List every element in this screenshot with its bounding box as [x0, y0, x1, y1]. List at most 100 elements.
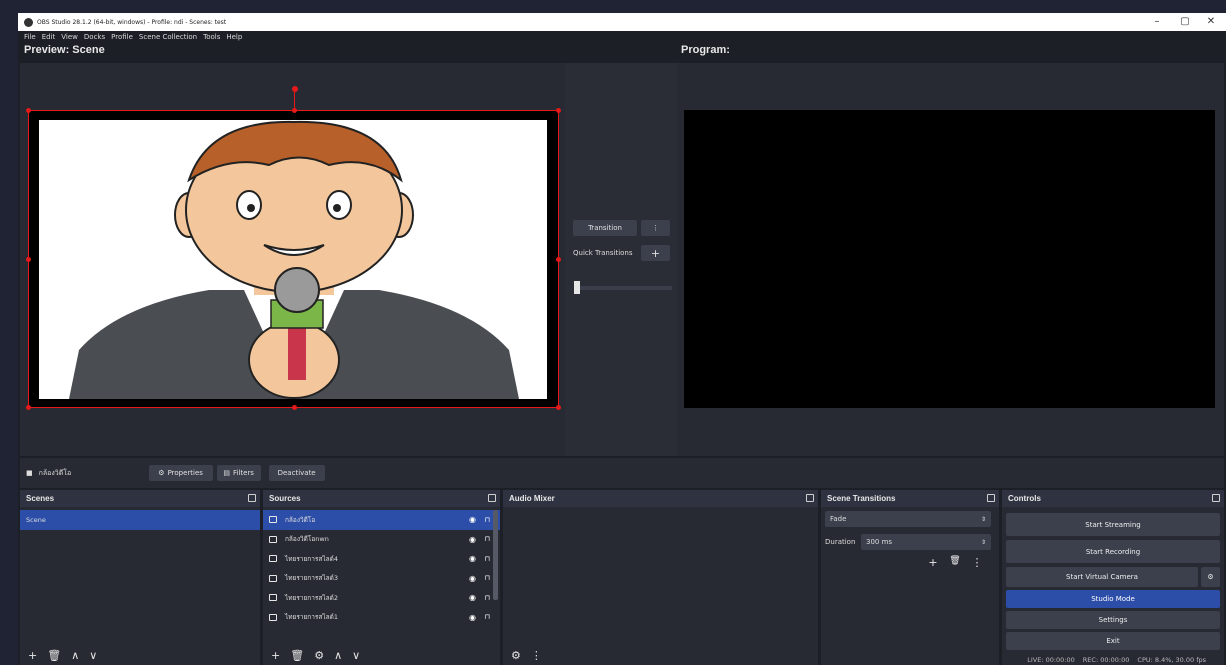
start-streaming-button[interactable]: Start Streaming	[1006, 513, 1220, 536]
add-quick-transition-button[interactable]: +	[641, 245, 670, 261]
scenes-toolbar: + 🗑 ∧ ∨	[20, 645, 260, 665]
studio-mode-button[interactable]: Studio Mode	[1006, 590, 1220, 608]
scene-item-label: Scene	[26, 515, 46, 524]
source-item[interactable]: ไทยรายการสไลด์4 ◉ ⊓	[263, 549, 500, 569]
move-down-icon[interactable]: ∨	[89, 649, 97, 662]
visibility-eye-icon[interactable]: ◉	[469, 515, 476, 524]
properties-button[interactable]: ⚙ Properties	[148, 465, 213, 481]
cpu-status: CPU: 8.4%, 30.00 fps	[1137, 656, 1206, 664]
resize-handle-tl[interactable]	[26, 108, 31, 113]
lock-icon[interactable]: ⊓	[485, 613, 490, 621]
start-recording-button[interactable]: Start Recording	[1006, 540, 1220, 563]
audio-mixer-title: Audio Mixer	[509, 494, 555, 503]
source-properties-icon[interactable]: ⚙	[314, 649, 324, 662]
remove-transition-icon[interactable]: 🗑	[947, 556, 963, 569]
undock-icon[interactable]	[248, 494, 256, 502]
close-button[interactable]: ✕	[1198, 13, 1224, 31]
lock-icon[interactable]: ⊓	[485, 574, 490, 582]
menu-view[interactable]: View	[61, 33, 78, 41]
lock-icon[interactable]: ⊓	[485, 516, 490, 524]
resize-handle-l[interactable]	[26, 257, 31, 262]
menu-profile[interactable]: Profile	[111, 33, 133, 41]
obs-window: OBS Studio 28.1.2 (64-bit, windows) - Pr…	[18, 13, 1226, 665]
controls-panel: Controls Start Streaming Start Recording…	[1002, 490, 1224, 665]
resize-handle-r[interactable]	[556, 257, 561, 262]
visibility-eye-icon[interactable]: ◉	[469, 613, 476, 622]
virtual-camera-settings-icon[interactable]: ⚙	[1201, 567, 1220, 587]
lock-icon[interactable]: ⊓	[485, 555, 490, 563]
lock-icon[interactable]: ⊓	[485, 594, 490, 602]
visibility-eye-icon[interactable]: ◉	[469, 554, 476, 563]
add-scene-icon[interactable]: +	[28, 649, 37, 662]
transition-slider-handle[interactable]	[574, 281, 580, 294]
add-source-icon[interactable]: +	[271, 649, 280, 662]
exit-button[interactable]: Exit	[1006, 632, 1220, 650]
audio-mixer-header: Audio Mixer	[503, 490, 818, 507]
transition-more-button[interactable]: ⋮	[641, 220, 670, 236]
filters-button[interactable]: ▤ Filters	[216, 465, 261, 481]
sources-panel: Sources กล้องวิดีโอ ◉ ⊓ กล้องวิดีโอnwn ◉ ⊓ ไทย…	[263, 490, 500, 665]
camera-icon: ■	[26, 469, 33, 477]
sources-scrollbar[interactable]	[493, 510, 498, 600]
undock-icon[interactable]	[1212, 494, 1220, 502]
maximize-button[interactable]: ▢	[1172, 13, 1198, 31]
controls-header: Controls	[1002, 490, 1224, 507]
rotation-handle[interactable]	[292, 86, 298, 92]
remove-source-icon[interactable]: 🗑	[290, 649, 304, 662]
resize-handle-b[interactable]	[292, 405, 297, 410]
mixer-menu-icon[interactable]: ⋮	[531, 649, 542, 662]
advanced-audio-icon[interactable]: ⚙	[511, 649, 521, 662]
transition-menu-icon[interactable]: ⋮	[969, 556, 985, 569]
visibility-eye-icon[interactable]: ◉	[469, 574, 476, 583]
duration-spinbox[interactable]: 300 ms ⇕	[861, 534, 991, 550]
duration-value: 300 ms	[866, 538, 893, 546]
move-up-icon[interactable]: ∧	[334, 649, 342, 662]
menu-docks[interactable]: Docks	[84, 33, 105, 41]
add-transition-icon[interactable]: +	[925, 556, 941, 569]
undock-icon[interactable]	[806, 494, 814, 502]
minimize-button[interactable]: –	[1144, 13, 1170, 31]
lock-icon[interactable]: ⊓	[485, 535, 490, 543]
deactivate-button[interactable]: Deactivate	[268, 465, 325, 481]
menu-file[interactable]: File	[24, 33, 36, 41]
menu-help[interactable]: Help	[226, 33, 242, 41]
menu-tools[interactable]: Tools	[203, 33, 220, 41]
undock-icon[interactable]	[488, 494, 496, 502]
selection-bounding-box[interactable]	[26, 86, 561, 410]
live-status: LIVE: 00:00:00	[1027, 656, 1075, 664]
visibility-eye-icon[interactable]: ◉	[469, 593, 476, 602]
transition-type-select[interactable]: Fade ⇕	[825, 511, 991, 527]
menu-scene-collection[interactable]: Scene Collection	[139, 33, 197, 41]
source-item-label: ไทยรายการสไลด์3	[285, 574, 338, 583]
scene-item[interactable]: Scene	[20, 510, 260, 530]
move-down-icon[interactable]: ∨	[352, 649, 360, 662]
resize-handle-tr[interactable]	[556, 108, 561, 113]
controls-title: Controls	[1008, 494, 1041, 503]
file-icon	[269, 574, 277, 582]
preview-panel[interactable]	[20, 63, 565, 456]
source-item[interactable]: ไทยรายการสไลด์1 ◉ ⊓	[263, 608, 500, 628]
audio-mixer-panel: Audio Mixer ⚙ ⋮	[503, 490, 818, 665]
move-up-icon[interactable]: ∧	[71, 649, 79, 662]
start-virtual-camera-button[interactable]: Start Virtual Camera	[1006, 567, 1198, 587]
transition-button[interactable]: Transition	[573, 220, 637, 236]
filters-label: Filters	[232, 469, 254, 477]
resize-handle-bl[interactable]	[26, 405, 31, 410]
filter-icon: ▤	[223, 469, 230, 477]
chevron-updown-icon: ⇕	[980, 538, 986, 546]
source-item[interactable]: ไทยรายการสไลด์3 ◉ ⊓	[263, 569, 500, 589]
transition-slider-track[interactable]	[574, 286, 672, 290]
source-item-label: กล้องวิดีโอnwn	[285, 535, 329, 544]
source-item[interactable]: กล้องวิดีโอ ◉ ⊓	[263, 510, 500, 530]
settings-button[interactable]: Settings	[1006, 611, 1220, 629]
menu-edit[interactable]: Edit	[42, 33, 56, 41]
source-item[interactable]: กล้องวิดีโอnwn ◉ ⊓	[263, 530, 500, 550]
source-toolbar: ■ กล้องวิดีโอ ⚙ Properties ▤ Filters Dea…	[20, 458, 1224, 488]
scene-transitions-header: Scene Transitions	[821, 490, 999, 507]
resize-handle-br[interactable]	[556, 405, 561, 410]
visibility-eye-icon[interactable]: ◉	[469, 535, 476, 544]
remove-scene-icon[interactable]: 🗑	[47, 649, 61, 662]
source-item[interactable]: ไทยรายการสไลด์2 ◉ ⊓	[263, 588, 500, 608]
undock-icon[interactable]	[987, 494, 995, 502]
program-label: Program:	[681, 44, 730, 56]
